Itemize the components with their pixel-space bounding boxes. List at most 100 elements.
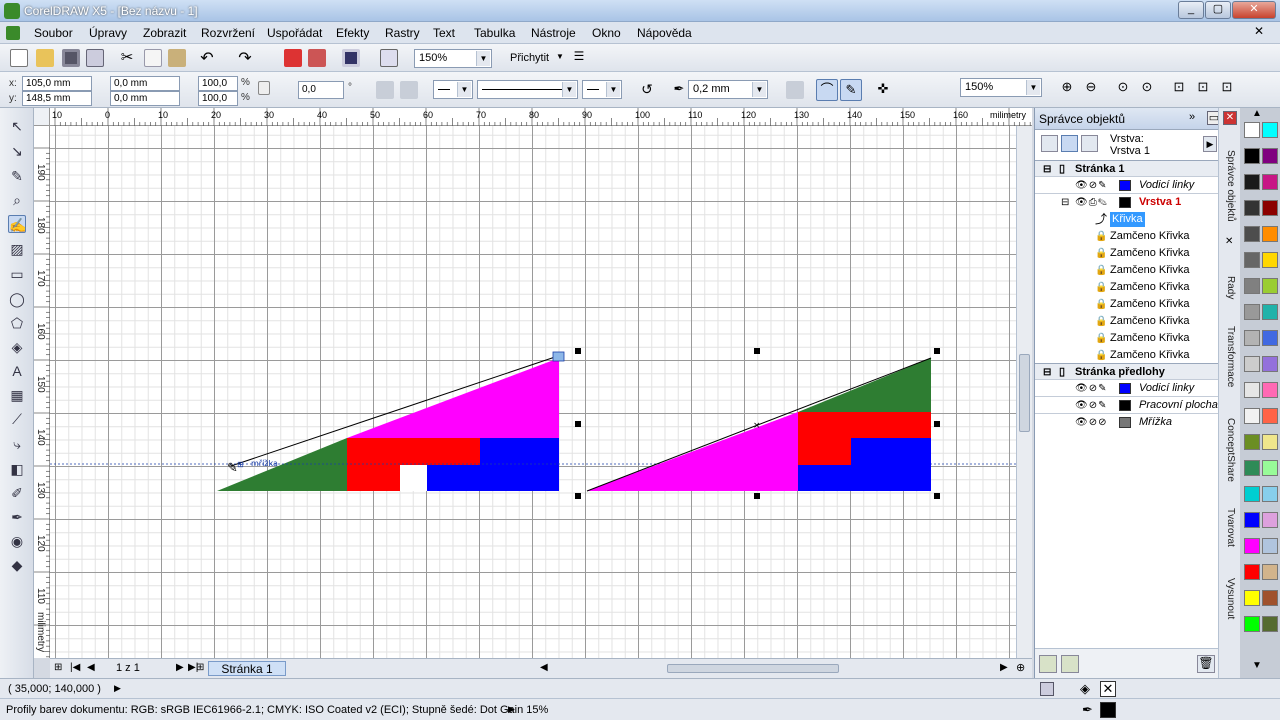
interactive-fill-tool-icon[interactable]: ◆ (8, 556, 26, 574)
prev-page-icon[interactable]: ◀ (87, 662, 95, 673)
menu-tabulka[interactable]: Tabulka (474, 26, 515, 40)
palette-swatch[interactable] (1244, 356, 1260, 372)
zoom-out-icon[interactable]: ⊖ (1082, 79, 1100, 97)
tree-object-curve[interactable]: ⤴ Křivka (1035, 211, 1219, 228)
collapse-icon[interactable]: ⊟ (1043, 364, 1051, 381)
tree-master-grid[interactable]: 👁⊘⊘ Mřížka (1035, 414, 1219, 431)
menu-upravy[interactable]: Úpravy (89, 26, 127, 40)
rectangle-tool-icon[interactable]: ▭ (8, 265, 26, 283)
connector-tool-icon[interactable]: ⤷ (8, 435, 26, 453)
zoom-all-icon[interactable]: ⊙ (1138, 79, 1156, 97)
lock-ratio-icon[interactable] (258, 81, 270, 95)
tree-object-locked[interactable]: 🔒 Zamčeno Křivka (1035, 245, 1219, 262)
palette-swatch[interactable] (1244, 304, 1260, 320)
horizontal-ruler[interactable]: 10 0 10 20 30 40 50 60 70 80 90 100 110 … (50, 108, 1032, 126)
polygon-tool-icon[interactable]: ⬠ (8, 314, 26, 332)
palette-swatch[interactable] (1244, 174, 1260, 190)
mirror-horizontal-icon[interactable] (376, 81, 394, 99)
ellipse-tool-icon[interactable]: ◯ (8, 290, 26, 308)
smart-fill-tool-icon[interactable]: ▨ (8, 240, 26, 258)
palette-swatch[interactable] (1262, 590, 1278, 606)
end-arrowhead-combo[interactable]: ▼ (582, 80, 622, 99)
application-launcher-icon[interactable] (342, 49, 360, 67)
palette-swatch[interactable] (1262, 148, 1278, 164)
rotation-angle-field[interactable]: 0,0 (298, 81, 344, 99)
menu-efekty[interactable]: Efekty (336, 26, 369, 40)
menu-napoveda[interactable]: Nápověda (637, 26, 692, 40)
cut-icon[interactable]: ✂ (118, 49, 136, 67)
scale-height-field[interactable]: 100,0 (198, 91, 238, 106)
height-field[interactable]: 0,0 mm (110, 91, 180, 106)
x-position-field[interactable]: 105,0 mm (22, 76, 92, 91)
tree-object-locked[interactable]: 🔒 Zamčeno Křivka (1035, 296, 1219, 313)
palette-swatch[interactable] (1244, 460, 1260, 476)
outline-width-combo[interactable]: 0,2 mm ▼ (688, 80, 768, 99)
palette-swatch[interactable] (1244, 590, 1260, 606)
zoom-width-icon[interactable]: ⊡ (1194, 79, 1212, 97)
status-arrow-icon[interactable]: ▶ (114, 683, 121, 694)
auto-close-curve-icon[interactable]: ⌒ (816, 79, 838, 101)
palette-scroll-up-icon[interactable]: ▲ (1252, 108, 1262, 119)
menu-nastroje[interactable]: Nástroje (531, 26, 576, 40)
palette-swatch[interactable] (1262, 486, 1278, 502)
open-folder-icon[interactable] (36, 49, 54, 67)
menu-text[interactable]: Text (433, 26, 455, 40)
palette-swatch[interactable] (1244, 538, 1260, 554)
mirror-vertical-icon[interactable] (400, 81, 418, 99)
eyedropper-tool-icon[interactable]: ✐ (8, 484, 26, 502)
document-icon[interactable] (6, 26, 20, 40)
new-document-icon[interactable] (10, 49, 28, 67)
palette-swatch[interactable] (1262, 174, 1278, 190)
import-icon[interactable] (284, 49, 302, 67)
tree-object-locked[interactable]: 🔒 Zamčeno Křivka (1035, 313, 1219, 330)
shape-tool-icon[interactable]: ↘ (8, 142, 26, 160)
docker-close-icon[interactable]: ✕ (1223, 111, 1237, 125)
fill-tool-icon[interactable]: ◉ (8, 532, 26, 550)
scroll-left-icon[interactable]: ◀ (540, 662, 548, 673)
palette-swatch[interactable] (1244, 408, 1260, 424)
dimension-tool-icon[interactable]: ⟋ (8, 410, 26, 428)
maximize-button[interactable]: ▢ (1205, 1, 1231, 19)
palette-swatch[interactable] (1262, 304, 1278, 320)
palette-swatch[interactable] (1262, 226, 1278, 242)
palette-swatch[interactable] (1244, 616, 1260, 632)
profile-arrow-icon[interactable]: ▶ (508, 704, 515, 715)
zoom-selected-icon[interactable]: ⊙ (1114, 79, 1132, 97)
nodes-icon[interactable]: ✜ (874, 81, 892, 99)
interactive-blend-tool-icon[interactable]: ◧ (8, 460, 26, 478)
palette-swatch[interactable] (1262, 252, 1278, 268)
ruler-origin[interactable] (34, 108, 50, 126)
menu-zobrazit[interactable]: Zobrazit (143, 26, 186, 40)
minimize-button[interactable]: _ (1178, 1, 1204, 19)
tree-layer-guides[interactable]: 👁⊘✎ Vodicí linky (1035, 177, 1219, 194)
layer-manager-view-icon[interactable] (1081, 135, 1098, 152)
zoom-in-icon[interactable]: ⊕ (1058, 79, 1076, 97)
undo-icon[interactable]: ↶ (198, 48, 216, 67)
palette-swatch[interactable] (1244, 382, 1260, 398)
palette-swatch[interactable] (1244, 486, 1260, 502)
tree-master-desktop[interactable]: 👁⊘✎ Pracovní plocha (1035, 397, 1219, 414)
tree-object-locked[interactable]: 🔒 Zamčeno Křivka (1035, 279, 1219, 296)
horizontal-scroll-thumb[interactable] (667, 664, 839, 673)
collapse-icon[interactable]: ⊟ (1043, 161, 1051, 178)
collapse-icon[interactable]: ⊟ (1061, 194, 1069, 211)
vertical-scrollbar[interactable] (1016, 126, 1032, 658)
print-icon[interactable] (86, 49, 104, 67)
tree-object-locked[interactable]: 🔒 Zamčeno Křivka (1035, 347, 1219, 364)
docker-expand-icon[interactable]: » (1189, 111, 1195, 123)
menu-rastry[interactable]: Rastry (385, 26, 420, 40)
tab-transformations[interactable]: Transformace (1225, 326, 1236, 387)
zoom-combo[interactable]: 150% ▼ (960, 78, 1042, 97)
text-tool-icon[interactable]: A (8, 362, 26, 380)
paste-icon[interactable] (168, 49, 186, 67)
bezier-icon[interactable]: ✎ (840, 79, 862, 101)
no-fill-swatch-icon[interactable]: ✕ (1100, 681, 1116, 697)
palette-swatch[interactable] (1262, 382, 1278, 398)
delete-icon[interactable]: 🗑 (1197, 655, 1215, 673)
layer-visibility-icons[interactable]: 👁⊘✎ (1075, 177, 1107, 194)
new-master-layer-icon[interactable] (1061, 655, 1079, 673)
palette-swatch[interactable] (1244, 122, 1260, 138)
coreldraw-app-icon[interactable] (4, 3, 20, 19)
palette-swatch[interactable] (1244, 148, 1260, 164)
add-page-icon[interactable]: ⊞ (54, 662, 62, 673)
